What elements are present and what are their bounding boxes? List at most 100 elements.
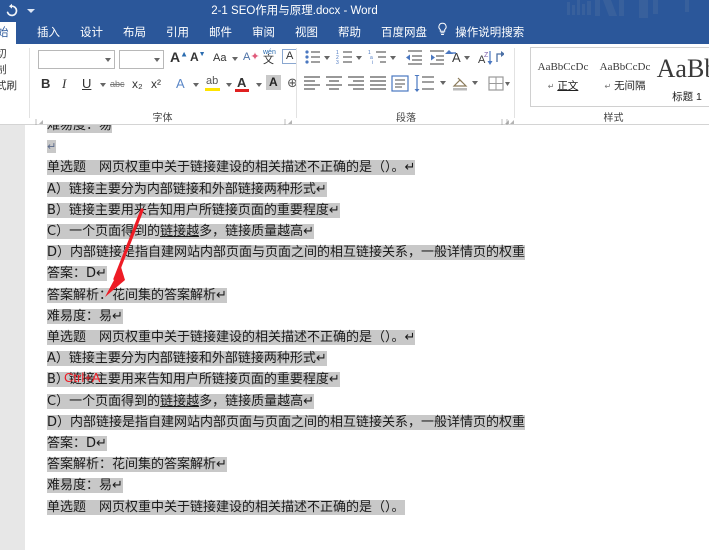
text-effects-caret-icon[interactable] — [193, 83, 199, 87]
lightbulb-icon — [437, 22, 448, 44]
superscript-button[interactable]: x² — [151, 77, 161, 91]
character-shading-button[interactable]: A — [266, 75, 281, 90]
font-name-caret-icon[interactable] — [105, 58, 111, 62]
document-text: D）内部链接是指自建网站内部页面与页面之间的相互链接关系，一般详情页的权重 — [47, 414, 526, 430]
grow-font-button[interactable]: A▲ — [170, 49, 188, 65]
paragraph-mark: ↵ — [47, 140, 57, 154]
font-color-button[interactable]: A — [237, 75, 246, 90]
italic-button[interactable]: I — [62, 76, 66, 92]
document-line[interactable]: 答案解析：花间集的答案解析↵ — [47, 457, 227, 473]
style-item-no-spacing[interactable]: AaBbCcDc ↵ 无间隔 — [594, 48, 656, 106]
ribbon-body: 切 制 式刷 A▲ A▼ Aa A✦ wén 文 A B I U abc x₂ … — [0, 44, 709, 127]
highlight-color-button[interactable]: ab — [206, 75, 218, 87]
document-line[interactable]: 难易度：易↵ — [47, 478, 123, 494]
tab-review[interactable]: 审阅 — [245, 22, 282, 44]
font-size-combobox[interactable] — [119, 50, 164, 69]
title-bar: 2-1 SEO作用与原理.docx - Word — [0, 0, 709, 22]
document-line[interactable]: D）内部链接是指自建网站内部页面与页面之间的相互链接关系，一般详情页的权重 — [47, 414, 526, 431]
tell-me-search[interactable]: 操作说明搜索 — [430, 22, 531, 44]
font-group-label: 字体 — [152, 113, 173, 124]
format-painter-button[interactable]: 式刷 — [0, 78, 17, 94]
document-line[interactable]: 单选题 网页权重中关于链接建设的相关描述不正确的是（）。↵ — [47, 160, 416, 176]
style-name: ↵ 正文 — [547, 80, 579, 92]
document-text: 单选题 网页权重中关于链接建设的相关描述不正确的是（）。↵ — [47, 330, 416, 345]
document-text: 单选题 网页权重中关于链接建设的相关描述不正确的是（）。 — [47, 499, 405, 515]
tab-layout[interactable]: 布局 — [116, 22, 153, 44]
undo-icon[interactable] — [4, 3, 20, 19]
tab-home[interactable]: 始 — [0, 22, 16, 44]
document-line[interactable]: C）一个页面得到的链接越多，链接质量越高↵ — [47, 224, 314, 240]
document-text: 答案：D↵ — [47, 436, 107, 451]
style-name-3: 标题 1 — [672, 91, 702, 103]
font-dialog-launcher-icon[interactable] — [284, 114, 293, 127]
ribbon-tab-strip[interactable]: 始 插入 设计 布局 引用 邮件 审阅 视图 帮助 百度网盘 操作说明搜索 — [0, 22, 709, 44]
svg-text:i: i — [372, 60, 373, 66]
subscript-button[interactable]: x₂ — [132, 77, 143, 91]
document-line[interactable]: 单选题 网页权重中关于链接建设的相关描述不正确的是（）。↵ — [47, 330, 416, 346]
svg-text:A: A — [452, 50, 461, 65]
tab-references[interactable]: 引用 — [159, 22, 196, 44]
strikethrough-button[interactable]: abc — [110, 79, 125, 89]
copy-button[interactable]: 制 — [0, 62, 17, 78]
font-size-caret-icon[interactable] — [154, 58, 160, 62]
document-line[interactable]: ↵ — [47, 139, 57, 155]
red-arrow-annotation — [95, 205, 155, 310]
tab-design[interactable]: 设计 — [73, 22, 110, 44]
bold-button[interactable]: B — [41, 76, 50, 91]
document-line[interactable]: A）链接主要分为内部链接和外部链接两种形式↵ — [47, 351, 327, 367]
document-page[interactable]: 难易度：易 ↵ 单选题 网页权重中关于链接建设的相关描述不正确的是（）。↵ A）链接… — [25, 125, 709, 550]
clear-formatting-button[interactable]: A✦ — [243, 50, 260, 63]
shrink-font-button[interactable]: A▼ — [190, 50, 206, 64]
font-name-combobox[interactable] — [38, 50, 115, 69]
svg-text:Z: Z — [484, 52, 489, 59]
document-line[interactable]: B）链接主要用来告知用户所链接页面的重要程度↵ — [47, 202, 340, 219]
group-separator-3 — [514, 48, 515, 118]
highlight-color-caret-icon[interactable] — [226, 83, 232, 87]
font-color-caret-icon[interactable] — [256, 83, 262, 87]
cut-button[interactable]: 切 — [0, 46, 17, 62]
text-effects-button[interactable]: A — [176, 76, 185, 91]
change-case-button[interactable]: Aa — [213, 52, 226, 64]
style-item-body[interactable]: AaBbCcDc ↵ 正文 — [532, 48, 594, 106]
tab-insert[interactable]: 插入 — [30, 22, 67, 44]
character-border-button[interactable]: A — [282, 49, 297, 64]
quick-access-toolbar[interactable] — [4, 2, 35, 20]
tab-view[interactable]: 视图 — [288, 22, 325, 44]
tab-mailings[interactable]: 邮件 — [202, 22, 239, 44]
ribbon-group-clipboard: 切 制 式刷 — [0, 44, 43, 127]
document-text: A）链接主要分为内部链接和外部链接两种形式↵ — [47, 181, 327, 197]
window-title: 2-1 SEO作用与原理.docx - Word — [211, 5, 378, 17]
tab-help[interactable]: 帮助 — [331, 22, 368, 44]
group-separator-2 — [296, 48, 297, 118]
document-line[interactable]: A）链接主要分为内部链接和外部链接两种形式↵ — [47, 181, 327, 198]
document-text: 难易度：易 — [47, 125, 113, 133]
red-arrow-icon-svg — [105, 208, 144, 297]
document-line[interactable]: C）一个页面得到的链接越多，链接质量越高↵ — [47, 393, 314, 410]
document-text: A）链接主要分为内部链接和外部链接两种形式↵ — [47, 351, 327, 367]
spell-underlined-text: 链接越 — [160, 224, 200, 239]
document-line[interactable]: 答案：D↵ — [47, 436, 107, 452]
document-line[interactable]: 难易度：易 — [47, 125, 113, 134]
borders-button-icon[interactable] — [488, 76, 510, 92]
tab-baidu-netdisk[interactable]: 百度网盘 — [374, 22, 434, 44]
styles-dialog-launcher-icon[interactable] — [506, 114, 515, 127]
style-item-heading1[interactable]: AaBb 标题 1 — [656, 48, 709, 106]
ribbon-group-font: A▲ A▼ Aa A✦ wén 文 A B I U abc x₂ x² A ab… — [30, 44, 298, 127]
customize-qat-caret-icon[interactable] — [27, 9, 35, 13]
left-margin-strip — [0, 125, 25, 550]
document-line[interactable]: 难易度：易↵ — [47, 308, 123, 325]
phonetic-guide-button[interactable]: wén 文 — [263, 49, 276, 66]
underline-caret-icon[interactable] — [100, 83, 106, 87]
underline-button[interactable]: U — [82, 76, 91, 91]
ribbon-group-paragraph: 123 1ai A A Z 段落 — [300, 44, 512, 127]
paragraph-row2-icons[interactable] — [304, 75, 484, 93]
style-name-2: ↵ 无间隔 — [604, 80, 646, 92]
change-case-caret-icon[interactable] — [232, 57, 238, 61]
paragraph-row1-icons[interactable]: 123 1ai A A Z — [304, 49, 504, 67]
styles-gallery[interactable]: AaBbCcDc ↵ 正文 AaBbCcDc ↵ 无间隔 AaBb 标题 1 — [530, 47, 709, 107]
tell-me-label: 操作说明搜索 — [455, 27, 525, 40]
spell-underlined-text: 链接越 — [160, 393, 200, 409]
paragraph-group-label: 段落 — [396, 113, 416, 124]
document-line[interactable]: 单选题 网页权重中关于链接建设的相关描述不正确的是（）。 — [47, 499, 405, 516]
document-area[interactable]: 难易度：易 ↵ 单选题 网页权重中关于链接建设的相关描述不正确的是（）。↵ A）链接… — [0, 125, 709, 550]
